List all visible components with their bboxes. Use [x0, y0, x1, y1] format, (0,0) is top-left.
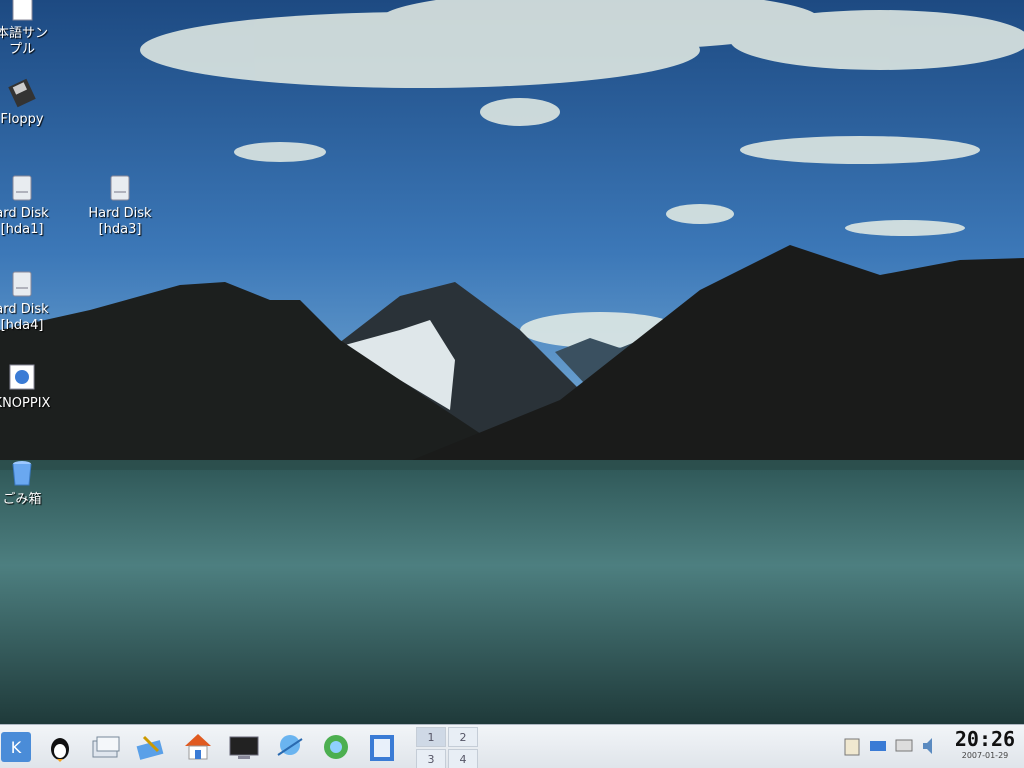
desktop-icon-trash[interactable]: ごみ箱 [0, 458, 70, 508]
hard-disk-icon [7, 172, 37, 202]
pager-desktop-1[interactable]: 1 [416, 727, 446, 747]
desktop-icon-label: 本語サン プル [0, 26, 48, 57]
taskbar: K 1 2 3 4 20:26 2007-01-29 [0, 724, 1024, 768]
browser-icon [324, 735, 348, 759]
penguin-icon [51, 738, 69, 762]
desktop-pager: 1 2 3 4 [416, 727, 480, 768]
clock-time: 20:26 [954, 727, 1016, 751]
kde-menu-icon: K [1, 732, 31, 762]
knoppix-icon [7, 362, 37, 392]
help-icon [370, 735, 394, 761]
desktop-icon-sample[interactable]: 本語サン プル [0, 0, 70, 58]
hard-disk-icon [7, 268, 37, 298]
volume-icon[interactable] [920, 735, 940, 757]
window-list-launcher[interactable] [90, 731, 122, 763]
desktop-icon-hda1[interactable]: ard Disk [hda1] [0, 172, 70, 238]
network-tray-icon[interactable] [868, 735, 888, 757]
network-icon [277, 735, 303, 756]
monitor-icon[interactable] [894, 735, 914, 757]
terminal-launcher[interactable] [228, 731, 260, 763]
desktop-icon-label: KNOPPIX [0, 396, 51, 411]
clock-date: 2007-01-29 [961, 751, 1009, 760]
home-icon [185, 734, 211, 760]
browser-launcher[interactable] [320, 731, 352, 763]
edit-icon [136, 735, 164, 760]
hard-disk-icon [105, 172, 135, 202]
desktop-icon-hda3[interactable]: Hard Disk [hda3] [72, 172, 168, 238]
desktop-icon-label: Hard Disk [hda3] [88, 206, 152, 237]
desktop-wallpaper [0, 0, 1024, 724]
pager-desktop-3[interactable]: 3 [416, 749, 446, 768]
network-launcher[interactable] [274, 731, 306, 763]
system-tray [842, 733, 942, 761]
desktop-icon-label: Floppy [0, 112, 44, 127]
desktop-icon-hda4[interactable]: ard Disk [hda4] [0, 268, 70, 334]
desktop-icon-floppy[interactable]: Floppy [0, 78, 70, 128]
pager-desktop-4[interactable]: 4 [448, 749, 478, 768]
penguin-launcher[interactable] [44, 731, 76, 763]
help-launcher[interactable] [366, 731, 398, 763]
clipboard-icon[interactable] [842, 735, 862, 757]
trash-icon [7, 458, 37, 488]
pager-desktop-2[interactable]: 2 [448, 727, 478, 747]
window-list-icon [92, 736, 120, 758]
terminal-icon [229, 736, 259, 759]
svg-text:K: K [11, 738, 22, 757]
clock[interactable]: 20:26 2007-01-29 [950, 727, 1020, 767]
desktop-icon-label: ard Disk [hda4] [0, 302, 49, 333]
desktop-icon-label: ard Disk [hda1] [0, 206, 49, 237]
home-launcher[interactable] [182, 731, 214, 763]
kde-menu-button[interactable]: K [0, 731, 32, 763]
desktop-icon-label: ごみ箱 [2, 492, 42, 507]
desktop-icon-knoppix[interactable]: KNOPPIX [0, 362, 70, 412]
edit-launcher[interactable] [134, 731, 166, 763]
document-icon [7, 0, 37, 22]
floppy-icon [7, 78, 37, 108]
